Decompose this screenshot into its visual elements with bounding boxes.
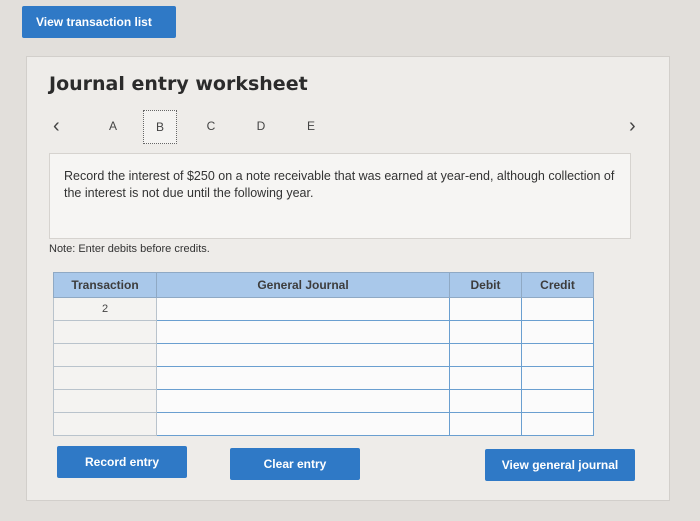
view-general-journal-button[interactable]: View general journal xyxy=(485,449,635,481)
table-row xyxy=(53,412,594,436)
credit-input[interactable] xyxy=(521,389,594,413)
general-journal-input[interactable] xyxy=(156,297,450,321)
journal-table: Transaction General Journal Debit Credit… xyxy=(53,272,594,436)
general-journal-input[interactable] xyxy=(156,412,450,436)
table-row xyxy=(53,320,594,344)
general-journal-input[interactable] xyxy=(156,343,450,367)
entry-note: Note: Enter debits before credits. xyxy=(49,243,210,255)
column-header-general-journal: General Journal xyxy=(156,272,450,298)
credit-input[interactable] xyxy=(521,412,594,436)
journal-entry-worksheet-panel: Journal entry worksheet ‹ A B C D E › Re… xyxy=(26,56,670,501)
transaction-cell xyxy=(53,412,157,436)
transaction-cell xyxy=(53,366,157,390)
worksheet-tabs: ‹ A B C D E › xyxy=(27,110,671,144)
clear-entry-button[interactable]: Clear entry xyxy=(230,448,360,480)
transaction-cell xyxy=(53,389,157,413)
credit-input[interactable] xyxy=(521,320,594,344)
credit-input[interactable] xyxy=(521,297,594,321)
column-header-transaction: Transaction xyxy=(53,272,157,298)
tab-e[interactable]: E xyxy=(301,119,321,133)
column-header-debit: Debit xyxy=(449,272,522,298)
debit-input[interactable] xyxy=(449,389,522,413)
chevron-left-icon[interactable]: ‹ xyxy=(53,115,60,138)
tab-a[interactable]: A xyxy=(103,119,123,133)
worksheet-title: Journal entry worksheet xyxy=(49,73,308,95)
column-header-credit: Credit xyxy=(521,272,594,298)
transaction-cell xyxy=(53,343,157,367)
general-journal-input[interactable] xyxy=(156,320,450,344)
table-row xyxy=(53,366,594,390)
table-row xyxy=(53,389,594,413)
debit-input[interactable] xyxy=(449,366,522,390)
debit-input[interactable] xyxy=(449,412,522,436)
credit-input[interactable] xyxy=(521,343,594,367)
general-journal-input[interactable] xyxy=(156,366,450,390)
table-row xyxy=(53,343,594,367)
general-journal-input[interactable] xyxy=(156,389,450,413)
debit-input[interactable] xyxy=(449,320,522,344)
transaction-cell: 2 xyxy=(53,297,157,321)
transaction-cell xyxy=(53,320,157,344)
tab-c[interactable]: C xyxy=(201,119,221,133)
view-transaction-list-button[interactable]: View transaction list xyxy=(22,6,176,38)
tab-b[interactable]: B xyxy=(143,110,177,144)
tab-d[interactable]: D xyxy=(251,119,271,133)
table-row: 2 xyxy=(53,297,594,321)
transaction-prompt: Record the interest of $250 on a note re… xyxy=(49,153,631,239)
chevron-right-icon[interactable]: › xyxy=(629,115,636,138)
debit-input[interactable] xyxy=(449,343,522,367)
record-entry-button[interactable]: Record entry xyxy=(57,446,187,478)
debit-input[interactable] xyxy=(449,297,522,321)
credit-input[interactable] xyxy=(521,366,594,390)
